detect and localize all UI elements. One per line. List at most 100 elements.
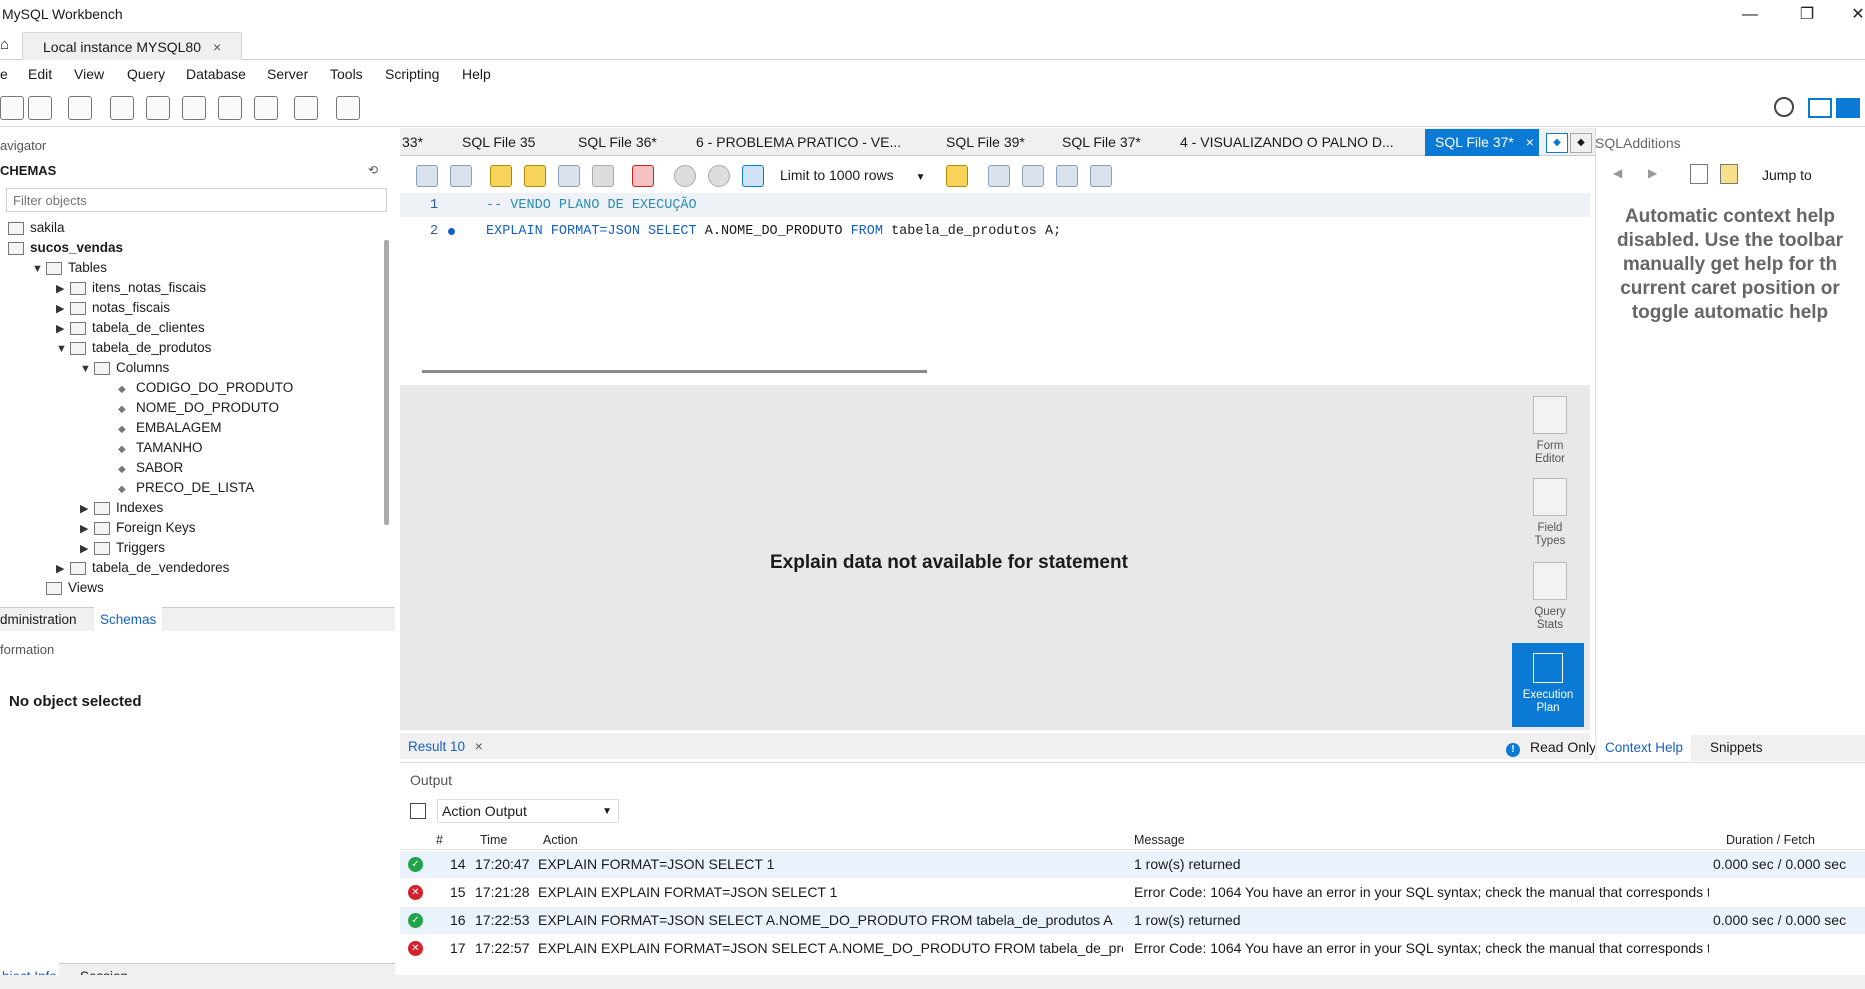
menu-file[interactable]: e — [0, 66, 8, 82]
filter-objects-input[interactable] — [6, 188, 387, 212]
menu-edit[interactable]: Edit — [28, 66, 52, 82]
commit-icon[interactable] — [674, 165, 696, 187]
sql-tab[interactable]: 33* — [402, 134, 423, 150]
menu-scripting[interactable]: Scripting — [385, 66, 439, 82]
beautify-icon[interactable] — [988, 165, 1010, 187]
tree-item[interactable]: ▼ tabela_de_produtos — [56, 340, 211, 355]
chevron-right-icon[interactable]: ▶ — [56, 322, 70, 335]
tree-item[interactable]: ▶ itens_notas_fiscais — [56, 280, 206, 295]
tree-item[interactable]: ◆ SABOR — [104, 460, 183, 475]
menu-help[interactable]: Help — [462, 66, 491, 82]
home-icon[interactable]: ⌂ — [0, 34, 20, 56]
stop-icon[interactable] — [592, 165, 614, 187]
execute-icon[interactable] — [490, 165, 512, 187]
add-snippet-icon[interactable] — [946, 165, 968, 187]
copy-icon[interactable] — [410, 803, 426, 819]
tab-context-help[interactable]: Context Help — [1597, 735, 1692, 761]
tree-scrollbar[interactable] — [384, 240, 389, 525]
auto-help-icon[interactable] — [1720, 164, 1738, 184]
find-icon[interactable] — [1022, 165, 1044, 187]
tab-scroll-icon[interactable]: ◆ — [1570, 133, 1592, 153]
tree-item[interactable]: ▶ Indexes — [80, 500, 163, 515]
invisible-chars-icon[interactable] — [1056, 165, 1078, 187]
chevron-right-icon[interactable]: ▶ — [56, 562, 70, 575]
chevron-right-icon[interactable]: ▶ — [80, 542, 94, 555]
connection-tab[interactable]: Local instance MYSQL80 × — [22, 32, 242, 60]
table-row[interactable]: ✓ 16 17:22:53 EXPLAIN FORMAT=JSON SELECT A.… — [400, 907, 1865, 934]
menu-query[interactable]: Query — [127, 66, 165, 82]
chevron-down-icon[interactable]: ▼ — [32, 263, 46, 275]
close-icon[interactable]: × — [213, 39, 221, 55]
result-tab[interactable]: Result 10 × — [408, 739, 483, 754]
table-row[interactable]: ✕ 17 17:22:57 EXPLAIN EXPLAIN FORMAT=JSON S… — [400, 935, 1865, 962]
create-function-icon[interactable] — [254, 96, 278, 120]
tree-item[interactable]: ◆ PRECO_DE_LISTA — [104, 480, 254, 495]
table-row[interactable]: ✕ 15 17:21:28 EXPLAIN EXPLAIN FORMAT=JSON S… — [400, 879, 1865, 906]
open-file-icon[interactable] — [416, 165, 438, 187]
tree-item[interactable]: ▶ tabela_de_clientes — [56, 320, 205, 335]
sql-editor[interactable] — [400, 193, 1590, 361]
sql-tab[interactable]: SQL File 37* — [1062, 134, 1141, 150]
form-editor-button[interactable]: Form Editor — [1515, 396, 1585, 466]
minimize-button[interactable]: — — [1735, 4, 1765, 26]
new-sql-tab-icon[interactable] — [0, 96, 24, 120]
tree-item[interactable]: ▼ Columns — [80, 360, 169, 375]
tree-item[interactable]: ◆ EMBALAGEM — [104, 420, 222, 435]
limit-rows-select[interactable]: Limit to 1000 rows ▼ — [780, 167, 930, 183]
tree-item[interactable]: ▶ Foreign Keys — [80, 520, 196, 535]
close-icon[interactable]: × — [1526, 134, 1534, 150]
menu-tools[interactable]: Tools — [330, 66, 363, 82]
chevron-right-icon[interactable]: ▶ — [56, 302, 70, 315]
output-type-select[interactable]: Action Output ▼ — [437, 799, 619, 823]
sql-tab[interactable]: SQL File 35 — [462, 134, 535, 150]
tree-item[interactable]: ◆ CODIGO_DO_PRODUTO — [104, 380, 293, 395]
close-window-button[interactable]: ✕ — [1843, 4, 1865, 26]
back-icon[interactable]: ◀ — [1613, 166, 1622, 180]
autocommit-icon[interactable] — [742, 165, 764, 187]
toggle-output-icon[interactable] — [1836, 98, 1860, 118]
forward-icon[interactable]: ▶ — [1648, 166, 1657, 180]
explain-icon[interactable] — [558, 165, 580, 187]
rollback-icon[interactable] — [708, 165, 730, 187]
execute-current-icon[interactable] — [524, 165, 546, 187]
manual-help-icon[interactable] — [1690, 164, 1708, 184]
toggle-error-icon[interactable] — [632, 165, 654, 187]
create-procedure-icon[interactable] — [218, 96, 242, 120]
tree-item[interactable]: ▶ Triggers — [80, 540, 165, 555]
tree-item[interactable]: ▶ notas_fiscais — [56, 300, 170, 315]
create-schema-icon[interactable] — [110, 96, 134, 120]
tree-item[interactable]: Views — [32, 580, 104, 595]
open-sql-script-icon[interactable] — [28, 96, 52, 120]
sql-tab[interactable]: SQL File 39* — [946, 134, 1025, 150]
save-icon[interactable] — [450, 165, 472, 187]
tab-administration[interactable]: dministration — [0, 612, 77, 627]
table-row[interactable]: ✓ 14 17:20:47 EXPLAIN FORMAT=JSON SELECT 1 1… — [400, 851, 1865, 878]
create-table-icon[interactable] — [146, 96, 170, 120]
tab-list-icon[interactable]: ◆ — [1546, 133, 1568, 153]
chevron-right-icon[interactable]: ▶ — [56, 282, 70, 295]
chevron-right-icon[interactable]: ▶ — [80, 522, 94, 535]
tree-item[interactable]: ▶ tabela_de_vendedores — [56, 560, 229, 575]
menu-view[interactable]: View — [74, 66, 104, 82]
chevron-right-icon[interactable]: ▶ — [80, 502, 94, 515]
tree-item[interactable]: ◆ TAMANHO — [104, 440, 203, 455]
tree-item[interactable]: ▼ Tables — [32, 260, 107, 275]
tree-item[interactable]: sucos_vendas — [8, 240, 123, 255]
field-types-button[interactable]: Field Types — [1515, 478, 1585, 548]
search-table-data-icon[interactable] — [294, 96, 318, 120]
menu-server[interactable]: Server — [267, 66, 308, 82]
tab-schemas[interactable]: Schemas — [94, 607, 163, 631]
settings-icon[interactable] — [1774, 97, 1794, 117]
jump-to-select[interactable]: Jump to — [1762, 167, 1812, 183]
menu-database[interactable]: Database — [186, 66, 246, 82]
sql-tab-active[interactable]: SQL File 37* × — [1425, 129, 1539, 156]
toggle-sidebar-icon[interactable] — [1808, 98, 1832, 118]
restore-button[interactable]: ❐ — [1792, 4, 1822, 26]
sql-tab[interactable]: 4 - VISUALIZANDO O PALNO D... — [1180, 134, 1394, 150]
create-view-icon[interactable] — [182, 96, 206, 120]
editor-horizontal-scrollbar[interactable] — [422, 370, 927, 373]
close-icon[interactable]: × — [475, 739, 483, 754]
refresh-icon[interactable]: ⟲ — [368, 163, 378, 177]
inspector-icon[interactable] — [68, 96, 92, 120]
sql-tab[interactable]: 6 - PROBLEMA PRATICO - VE... — [696, 134, 901, 150]
